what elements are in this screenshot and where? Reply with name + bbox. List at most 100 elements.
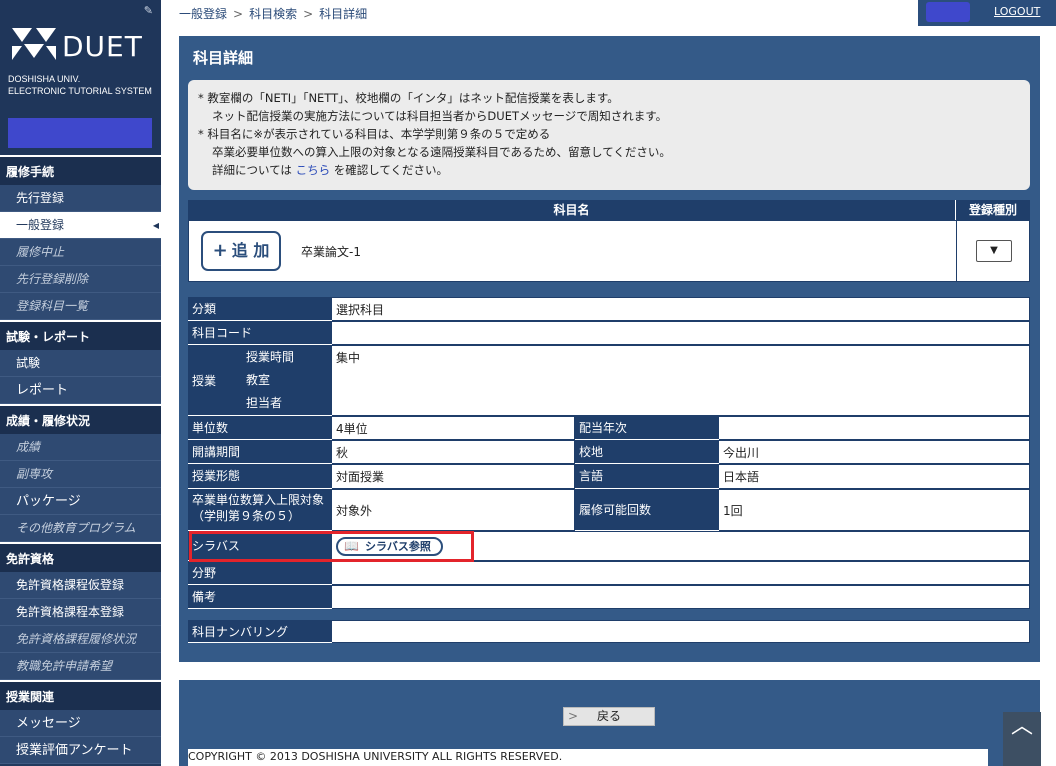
details-link[interactable]: こちら	[296, 163, 331, 177]
row-syllabus: シラバス 📖 シラバス参照	[188, 531, 1030, 561]
course-header-row: 科目名 登録種別	[188, 200, 1030, 220]
syllabus-view-button[interactable]: 📖 シラバス参照	[336, 536, 443, 556]
sidebar-category: 授業関連	[0, 680, 161, 710]
course-row: + 追 加 卒業論文-1 ▼	[188, 220, 1030, 282]
chevron-down-icon: ▼	[990, 245, 998, 256]
sidebar-category: 試験・レポート	[0, 320, 161, 350]
sidebar-item[interactable]: 免許資格課程本登録	[0, 599, 161, 626]
sidebar-item[interactable]: 授業評価アンケート	[0, 737, 161, 764]
format-value: 対面授業	[332, 464, 575, 489]
back-button[interactable]: > 戻る	[563, 707, 655, 726]
sidebar-item[interactable]: 教職免許申請希望	[0, 653, 161, 680]
logo-subtitle-2: ELECTRONIC TUTORIAL SYSTEM	[8, 86, 152, 96]
sidebar-item[interactable]: その他教育プログラム	[0, 515, 161, 542]
add-button[interactable]: + 追 加	[201, 231, 281, 271]
notes-value	[332, 585, 1030, 609]
plus-icon: +	[212, 240, 228, 261]
chevron-up-icon: ︿	[1010, 714, 1033, 739]
notice-line-3: * 科目名に※が表示されている科目は、本学学則第９条の５で定める	[198, 127, 551, 141]
scroll-top-button[interactable]: ︿	[1003, 712, 1041, 766]
year-value	[719, 416, 1030, 440]
duet-logo-icon	[12, 28, 56, 60]
breadcrumb-item-general-registration[interactable]: 一般登録	[179, 7, 227, 21]
breadcrumb-item-course-search[interactable]: 科目検索	[249, 7, 297, 21]
syllabus-button-label: シラバス参照	[364, 539, 431, 553]
column-divider	[956, 221, 957, 281]
row-field: 分野	[188, 561, 1030, 585]
notice-line-2: ネット配信授業の実施方法については科目担当者からDUETメッセージで周知されます…	[212, 109, 668, 123]
field-value	[332, 561, 1030, 585]
chevron-right-icon: >	[233, 7, 244, 21]
back-button-label: 戻る	[596, 709, 621, 723]
row-numbering: 科目ナンバリング	[188, 620, 1030, 643]
sidebar-category: 成績・履修状況	[0, 404, 161, 434]
add-button-label: 追 加	[231, 241, 270, 260]
sidebar-item[interactable]: メッセージ	[0, 710, 161, 737]
course-name: 卒業論文-1	[301, 245, 361, 259]
category-label: 分類	[188, 297, 332, 321]
limit-label-line-1: 卒業単位数算入上限対象	[192, 493, 325, 507]
format-label: 授業形態	[188, 464, 332, 489]
sidebar-item[interactable]: 履修中止	[0, 239, 161, 266]
course-header-table: 科目名 登録種別 + 追 加 卒業論文-1 ▼	[188, 200, 1030, 282]
repeat-label: 履修可能回数	[575, 489, 719, 531]
page-title: 科目詳細	[193, 49, 254, 67]
notice-text: 詳細については	[212, 163, 292, 177]
row-class: 授業 授業時間 教室 担当者 集中	[188, 345, 1030, 416]
user-name-box	[8, 118, 152, 148]
sidebar-item[interactable]: 免許資格課程仮登録	[0, 572, 161, 599]
sidebar-item[interactable]: 一般登録	[0, 212, 161, 239]
logo-subtitle-1: DOSHISHA UNIV.	[8, 74, 81, 84]
sidebar-item[interactable]: パッケージ	[0, 488, 161, 515]
syllabus-label: シラバス	[188, 531, 332, 561]
notice-line-5: 詳細については こちら を確認してください。	[198, 161, 1020, 179]
numbering-value	[332, 620, 1030, 643]
chevron-right-icon: >	[303, 7, 314, 21]
notes-label: 備考	[188, 585, 332, 609]
notice-line-1: * 教室欄の「NETI」「NETT」、校地欄の「インタ」はネット配信授業を表しま…	[198, 91, 619, 105]
sidebar: ✎ DUET DOSHISHA UNIV. ELECTRONIC TUTORIA…	[0, 0, 161, 766]
code-label: 科目コード	[188, 321, 332, 345]
sidebar-menu: 履修手続先行登録一般登録履修中止先行登録削除登録科目一覧試験・レポート試験レポー…	[0, 155, 161, 764]
sidebar-item[interactable]: レポート	[0, 377, 161, 404]
limit-label-line-2: （学則第９条の５）	[192, 509, 301, 523]
sidebar-item[interactable]: 試験	[0, 350, 161, 377]
repeat-value: 1回	[719, 489, 1030, 531]
limit-value: 対象外	[332, 489, 575, 531]
notice-line-4: 卒業必要単位数への算入上限の対象となる遠隔授業科目であるため、留意してください。	[212, 145, 671, 159]
code-value	[332, 321, 1030, 345]
book-icon: 📖	[344, 538, 359, 553]
pin-icon[interactable]: ✎	[144, 4, 153, 17]
notice-box: * 教室欄の「NETI」「NETT」、校地欄の「インタ」はネット配信授業を表しま…	[188, 80, 1030, 190]
syllabus-cell: 📖 シラバス参照	[332, 531, 1030, 561]
sidebar-item[interactable]: 副専攻	[0, 461, 161, 488]
row-credits: 単位数 4単位 配当年次	[188, 416, 1030, 440]
sidebar-item[interactable]: 先行登録	[0, 185, 161, 212]
term-label: 開講期間	[188, 440, 332, 464]
category-value: 選択科目	[332, 297, 1030, 321]
time-value: 集中	[332, 345, 1030, 416]
credits-value: 4単位	[332, 416, 575, 440]
sidebar-category: 履修手続	[0, 155, 161, 185]
sidebar-header: ✎ DUET DOSHISHA UNIV. ELECTRONIC TUTORIA…	[0, 0, 161, 155]
breadcrumb: 一般登録 > 科目検索 > 科目詳細	[179, 5, 367, 22]
logout-link[interactable]: LOGOUT	[994, 5, 1040, 18]
logo-text: DUET	[62, 30, 143, 63]
sidebar-item[interactable]: 登録科目一覧	[0, 293, 161, 320]
sidebar-item[interactable]: 成績	[0, 434, 161, 461]
user-chip	[926, 2, 970, 22]
sidebar-item[interactable]: 免許資格課程履修状況	[0, 626, 161, 653]
field-label: 分野	[188, 561, 332, 585]
row-category: 分類 選択科目	[188, 297, 1030, 321]
registration-type-select[interactable]: ▼	[976, 240, 1012, 262]
class-sub-labels: 授業時間 教室 担当者	[242, 345, 332, 416]
row-notes: 備考	[188, 585, 1030, 609]
chevron-right-icon: >	[568, 709, 579, 723]
course-name-header: 科目名	[188, 200, 956, 220]
teacher-label: 担当者	[246, 396, 283, 410]
breadcrumb-item-course-detail: 科目詳細	[319, 7, 368, 21]
top-right-bar: LOGOUT	[918, 0, 1056, 26]
limit-label: 卒業単位数算入上限対象 （学則第９条の５）	[188, 489, 332, 531]
notice-text: を確認してください。	[333, 163, 449, 177]
sidebar-item[interactable]: 先行登録削除	[0, 266, 161, 293]
